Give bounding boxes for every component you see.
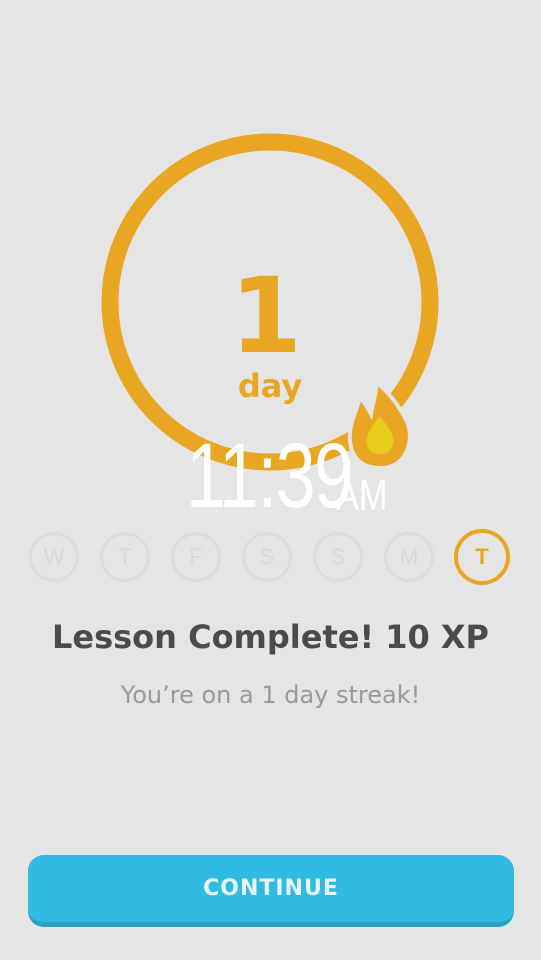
streak-count: 1 (230, 255, 302, 377)
day-circle-today: T (454, 529, 510, 585)
streak-unit-label: day (238, 367, 303, 405)
continue-button[interactable]: CONTINUE (28, 855, 514, 927)
streak-message: You’re on a 1 day streak! (120, 681, 421, 709)
day-circle-saturday: S (242, 532, 292, 582)
week-streak-calendar: W T F S S M T (29, 529, 513, 588)
day-circle-monday: M (384, 532, 434, 582)
day-circle-sunday: S (313, 532, 363, 582)
streak-ring: 1 day (101, 133, 439, 471)
day-circle-wednesday: W (29, 532, 79, 582)
continue-button-label: CONTINUE (203, 876, 339, 901)
day-circle-thursday: T (100, 532, 150, 582)
lesson-complete-title: Lesson Complete! 10 XP (51, 618, 489, 656)
day-circle-friday: F (171, 532, 221, 582)
